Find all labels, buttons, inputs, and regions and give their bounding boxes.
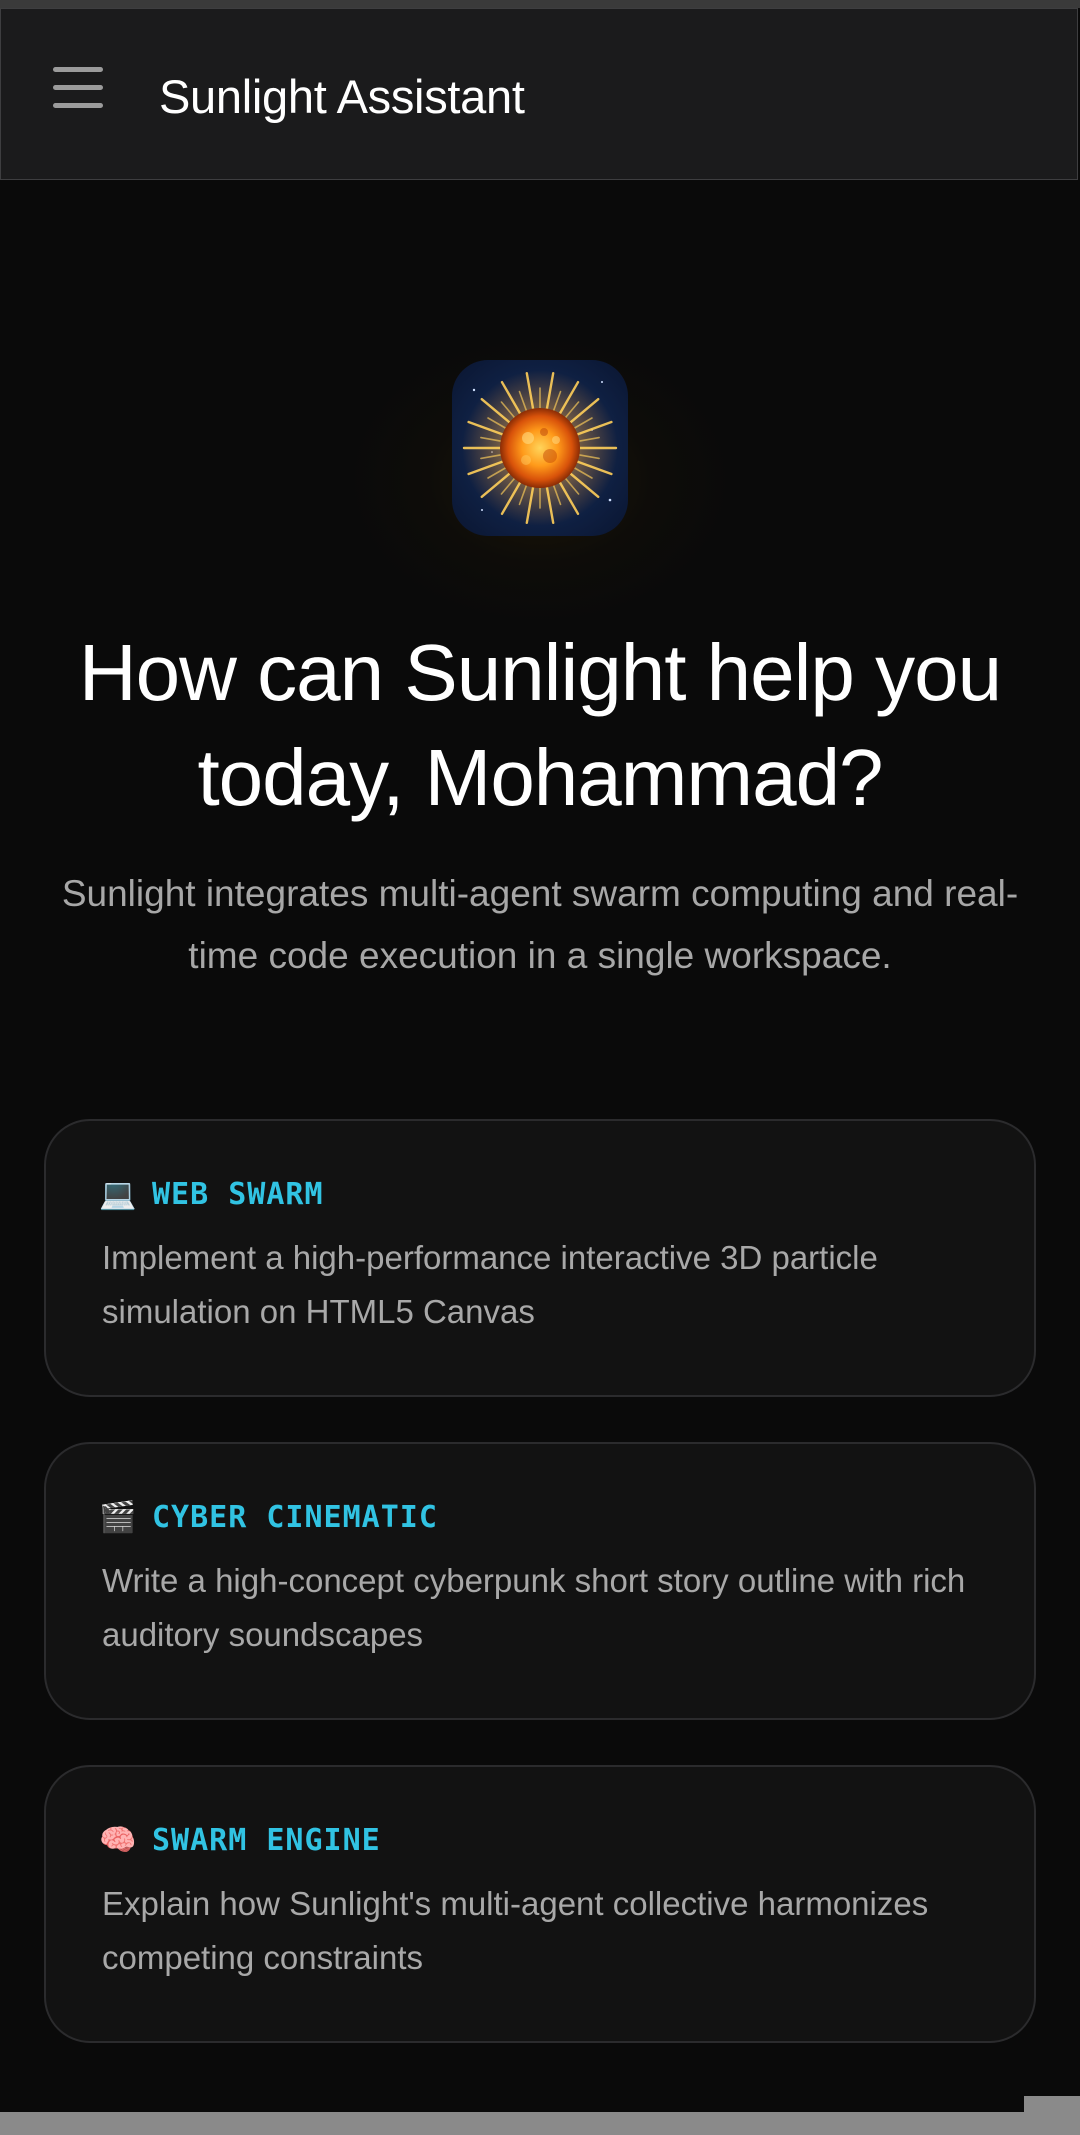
brain-icon: 🧠 [99,1822,137,1858]
greeting-headline: How can Sunlight help you today, Mohamma… [78,628,1002,822]
card-prompt-text: Implement a high-performance interactive… [102,1239,878,1330]
suggestion-card-cyber-cinematic[interactable]: 🎬 CYBER CINEMATIC Write a high-concept c… [44,1442,1036,1720]
app-header: Sunlight Assistant [0,8,1078,180]
sun-logo [452,360,628,536]
card-tag: 💻 WEB SWARM [99,1176,324,1212]
laptop-icon: 💻 [99,1176,137,1212]
card-prompt-text: Explain how Sunlight's multi-agent colle… [102,1885,929,1976]
bottom-edge-bar [0,2112,1080,2135]
status-bar-edge [0,0,1080,8]
card-label: WEB SWARM [152,1177,324,1212]
card-tag: 🎬 CYBER CINEMATIC [99,1499,438,1535]
card-prompt-text: Write a high-concept cyberpunk short sto… [102,1562,966,1653]
card-label: CYBER CINEMATIC [152,1500,438,1535]
greeting-subtitle: Sunlight integrates multi-agent swarm co… [61,873,1019,976]
suggestion-card-web-swarm[interactable]: 💻 WEB SWARM Implement a high-performance… [44,1119,1036,1397]
card-label: SWARM ENGINE [152,1823,381,1858]
app-screen: Sunlight Assistant How can Sunlight help… [0,0,1080,2135]
app-title: Sunlight Assistant [159,70,525,123]
card-tag: 🧠 SWARM ENGINE [99,1822,381,1858]
clapperboard-icon: 🎬 [99,1499,137,1535]
suggestion-card-swarm-engine[interactable]: 🧠 SWARM ENGINE Explain how Sunlight's mu… [44,1765,1036,2043]
hamburger-menu-icon[interactable] [49,59,107,115]
